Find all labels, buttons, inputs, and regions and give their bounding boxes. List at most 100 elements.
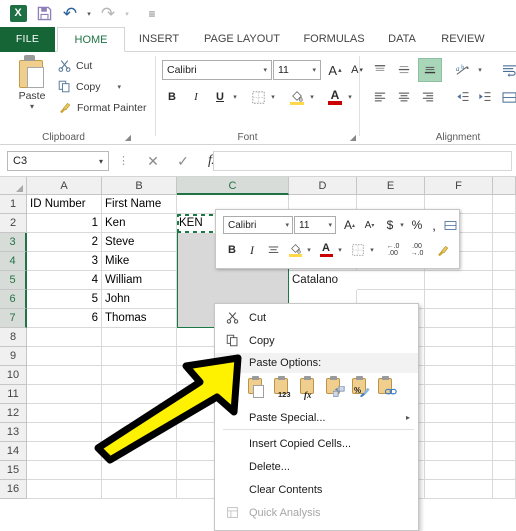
grid-cell[interactable] [493, 271, 516, 290]
row-header-6[interactable]: 6 [0, 290, 27, 309]
row-header-3[interactable]: 3 [0, 233, 27, 252]
context-menu-item-insert-copied-cells[interactable]: Insert Copied Cells... [215, 432, 418, 455]
grid-cell[interactable] [425, 442, 493, 461]
cell-b1[interactable]: First Name [102, 195, 177, 214]
tab-formulas[interactable]: FORMULAS [296, 27, 372, 52]
redo-icon[interactable]: ↷ [96, 3, 120, 25]
grid-cell[interactable] [493, 442, 516, 461]
grid-cell[interactable] [493, 252, 516, 271]
cell-b6[interactable]: John [102, 290, 177, 309]
paste-option-transpose[interactable] [323, 376, 345, 399]
grid-cell[interactable] [102, 385, 177, 404]
tab-data[interactable]: DATA [378, 27, 426, 52]
grid-cell[interactable] [102, 366, 177, 385]
merge-cells-button[interactable] [498, 87, 516, 107]
grid-cell[interactable] [425, 385, 493, 404]
column-header-g[interactable] [493, 177, 516, 195]
mini-grow-font-button[interactable]: A ▴ [340, 216, 359, 234]
tab-home[interactable]: HOME [57, 27, 125, 52]
column-header-d[interactable]: D [289, 177, 357, 195]
font-name-combobox[interactable]: Calibri ▾ [162, 60, 272, 80]
orientation-button[interactable]: a b [452, 60, 474, 80]
grid-cell[interactable] [493, 195, 516, 214]
align-center-button[interactable] [394, 87, 414, 107]
cell-b4[interactable]: Mike [102, 252, 177, 271]
grid-cell[interactable] [493, 309, 516, 328]
undo-dropdown-icon[interactable]: ▾ [84, 3, 94, 25]
grid-cell[interactable] [27, 423, 102, 442]
tab-file[interactable]: FILE [0, 27, 55, 52]
grid-cell[interactable] [425, 423, 493, 442]
grid-cell[interactable] [493, 290, 516, 309]
context-menu-item-copy[interactable]: Copy [215, 329, 418, 352]
grid-cell[interactable] [425, 366, 493, 385]
context-menu-item-delete[interactable]: Delete... [215, 455, 418, 478]
mini-format-painter-button[interactable] [433, 240, 453, 260]
cell-b3[interactable]: Steve [102, 233, 177, 252]
decrease-indent-button[interactable] [452, 87, 472, 107]
mini-accounting-button[interactable]: $ [382, 216, 398, 234]
column-header-f[interactable]: F [425, 177, 493, 195]
grid-cell[interactable] [493, 404, 516, 423]
mini-accounting-dropdown-icon[interactable]: ▾ [397, 216, 407, 234]
paste-option-values[interactable]: 123 [271, 376, 293, 399]
grid-cell[interactable] [493, 385, 516, 404]
grid-cell[interactable] [425, 328, 493, 347]
mini-shrink-font-button[interactable]: A ▾ [360, 216, 379, 234]
grid-cell[interactable] [27, 480, 102, 499]
grid-cell[interactable] [102, 480, 177, 499]
align-bottom-button[interactable] [418, 58, 442, 82]
grid-cell[interactable] [27, 404, 102, 423]
grid-cell[interactable] [27, 328, 102, 347]
formula-input[interactable] [213, 151, 512, 171]
context-menu-item-cut[interactable]: Cut [215, 306, 418, 329]
mini-font-color-dropdown-icon[interactable]: ▾ [335, 240, 345, 260]
align-right-button[interactable] [418, 87, 438, 107]
column-header-c[interactable]: C [177, 177, 289, 195]
mini-font-size-combobox[interactable]: 11 ▾ [294, 216, 336, 234]
cell-c5[interactable] [178, 271, 288, 290]
cell-a7[interactable]: 6 [27, 309, 102, 328]
row-header-11[interactable]: 11 [0, 385, 27, 404]
context-menu-item-paste-special[interactable]: Paste Special... ▸ [215, 406, 418, 429]
font-size-combobox[interactable]: 11 ▾ [273, 60, 321, 80]
copy-dropdown-icon[interactable]: ▾ [118, 83, 122, 91]
underline-button[interactable]: U [210, 87, 230, 107]
mini-italic-button[interactable]: I [243, 240, 261, 260]
row-header-4[interactable]: 4 [0, 252, 27, 271]
italic-button[interactable]: I [186, 87, 206, 107]
grid-cell[interactable] [425, 309, 493, 328]
paste-button[interactable]: Paste ▾ [8, 55, 56, 118]
select-all-corner[interactable] [0, 177, 27, 195]
row-header-15[interactable]: 15 [0, 461, 27, 480]
cell-a4[interactable]: 3 [27, 252, 102, 271]
column-header-b[interactable]: B [102, 177, 177, 195]
orientation-dropdown-icon[interactable]: ▾ [474, 60, 486, 80]
font-dialog-launcher[interactable]: ◢ [350, 133, 356, 142]
context-menu-item-clear-contents[interactable]: Clear Contents [215, 478, 418, 501]
undo-icon[interactable]: ↶ [58, 3, 82, 25]
paste-dropdown-icon[interactable]: ▾ [8, 102, 56, 111]
row-header-2[interactable]: 2 [0, 214, 27, 233]
grid-cell[interactable] [425, 480, 493, 499]
mini-font-color-button[interactable]: A [317, 240, 335, 260]
mini-decrease-decimal-button[interactable]: ←.0.00 [382, 240, 404, 260]
mini-bold-button[interactable]: B [223, 240, 241, 260]
name-box[interactable]: C3 ▾ [7, 151, 109, 171]
mini-center-button[interactable] [264, 240, 282, 260]
grid-cell[interactable] [425, 404, 493, 423]
row-header-7[interactable]: 7 [0, 309, 27, 328]
tab-page-layout[interactable]: PAGE LAYOUT [192, 27, 292, 52]
row-header-1[interactable]: 1 [0, 195, 27, 214]
grid-cell[interactable] [102, 328, 177, 347]
redo-dropdown-icon[interactable]: ▾ [122, 3, 132, 25]
grid-cell[interactable] [493, 461, 516, 480]
grid-cell[interactable] [357, 271, 425, 290]
row-header-8[interactable]: 8 [0, 328, 27, 347]
format-painter-button[interactable]: Format Painter [58, 101, 146, 114]
row-header-16[interactable]: 16 [0, 480, 27, 499]
grid-cell[interactable] [493, 233, 516, 252]
mini-merge-button[interactable] [442, 216, 459, 234]
paste-option-link[interactable] [375, 376, 397, 399]
cell-a5[interactable]: 4 [27, 271, 102, 290]
